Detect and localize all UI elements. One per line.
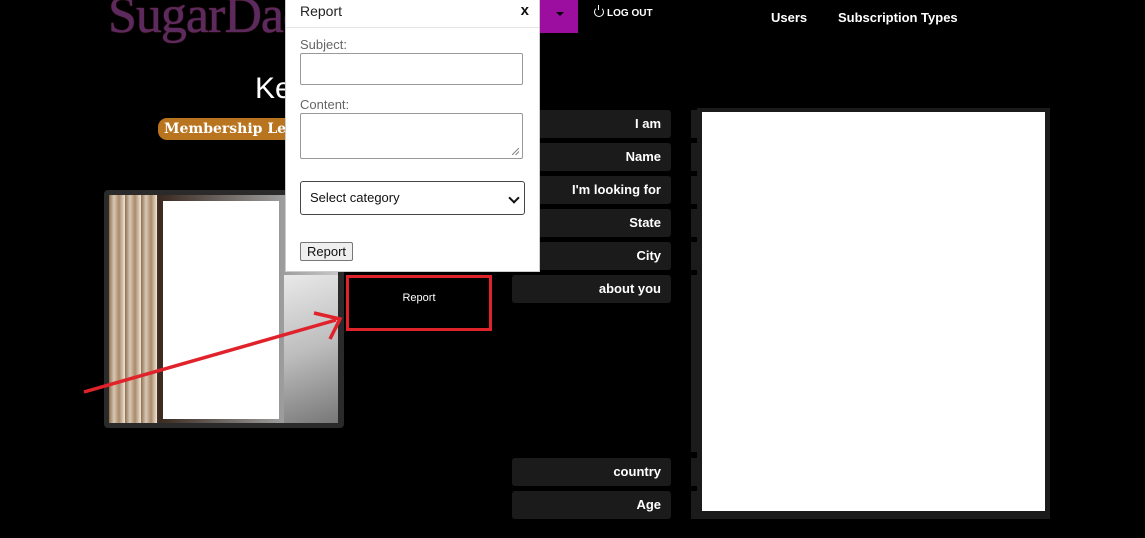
close-icon[interactable]: x: [521, 2, 529, 19]
field-age: Age: [512, 491, 671, 519]
submit-report-button[interactable]: Report: [300, 242, 354, 261]
field-country: country: [512, 458, 671, 486]
resize-grip-icon[interactable]: [512, 148, 519, 155]
report-modal: Report x Subject: Content: Select catego…: [285, 0, 540, 272]
field-about: about you: [512, 275, 671, 303]
content-textarea[interactable]: [300, 113, 523, 159]
modal-title: Report: [300, 3, 343, 19]
category-select[interactable]: Select category: [300, 181, 525, 215]
chevron-down-icon: [508, 192, 520, 204]
modal-header: Report x: [286, 0, 539, 28]
content-label: Content:: [300, 97, 350, 112]
subject-input[interactable]: [300, 53, 523, 85]
category-selected: Select category: [310, 190, 400, 205]
profile-values-redaction: [702, 112, 1045, 511]
subject-label: Subject:: [300, 37, 347, 52]
